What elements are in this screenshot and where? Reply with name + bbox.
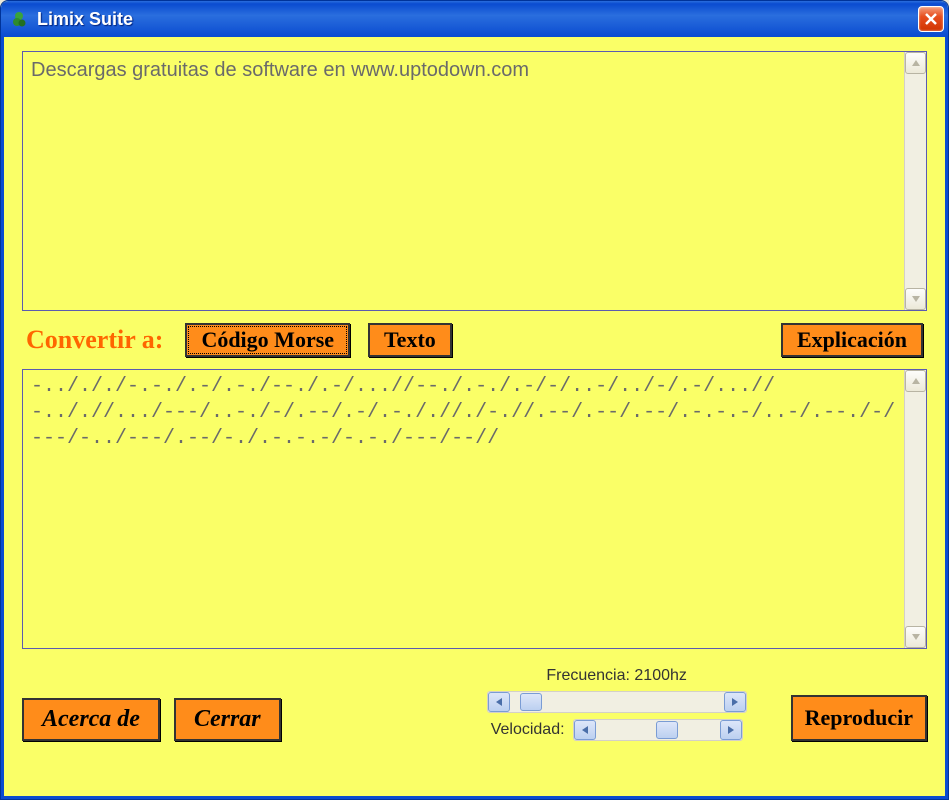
- input-textarea[interactable]: Descargas gratuitas de software en www.u…: [23, 52, 904, 310]
- text-button[interactable]: Texto: [368, 323, 452, 357]
- input-scrollbar[interactable]: [904, 52, 926, 310]
- close-button[interactable]: Cerrar: [174, 698, 281, 741]
- window-title: Limix Suite: [37, 9, 910, 30]
- sliders-column: Frecuencia: 2100hz Velocidad:: [457, 667, 777, 741]
- arrow-right-icon[interactable]: [720, 720, 742, 740]
- scroll-up-icon[interactable]: [905, 52, 926, 74]
- frequency-label: Frecuencia: 2100hz: [546, 667, 687, 685]
- morse-code-button[interactable]: Código Morse: [185, 323, 350, 357]
- title-bar[interactable]: Limix Suite: [1, 1, 948, 37]
- app-window: Limix Suite Descargas gratuitas de softw…: [0, 0, 949, 800]
- close-window-button[interactable]: [918, 6, 944, 32]
- about-button[interactable]: Acerca de: [22, 698, 160, 741]
- output-textarea[interactable]: -../././-.-./.-/.-./--./.-/...//--./.-./…: [23, 370, 904, 648]
- explanation-button[interactable]: Explicación: [781, 323, 923, 357]
- play-button[interactable]: Reproducir: [791, 695, 927, 741]
- slider-track[interactable]: [596, 720, 720, 740]
- speed-row: Velocidad:: [491, 719, 743, 741]
- slider-thumb[interactable]: [520, 693, 542, 711]
- slider-track[interactable]: [510, 692, 724, 712]
- output-scrollbar[interactable]: [904, 370, 926, 648]
- scroll-up-icon[interactable]: [905, 370, 926, 392]
- convert-row: Convertir a: Código Morse Texto Explicac…: [22, 321, 927, 359]
- convert-label: Convertir a:: [26, 325, 163, 355]
- scroll-down-icon[interactable]: [905, 288, 926, 310]
- footer-row: Acerca de Cerrar Frecuencia: 2100hz: [22, 659, 927, 741]
- arrow-right-icon[interactable]: [724, 692, 746, 712]
- slider-thumb[interactable]: [656, 721, 678, 739]
- app-icon: [9, 9, 29, 29]
- arrow-left-icon[interactable]: [574, 720, 596, 740]
- input-text-frame: Descargas gratuitas de software en www.u…: [22, 51, 927, 311]
- output-morse-frame: -../././-.-./.-/.-./--./.-/...//--./.-./…: [22, 369, 927, 649]
- scroll-track[interactable]: [905, 392, 926, 626]
- scroll-track[interactable]: [905, 74, 926, 288]
- arrow-left-icon[interactable]: [488, 692, 510, 712]
- speed-label: Velocidad:: [491, 721, 565, 739]
- frequency-slider[interactable]: [487, 691, 747, 713]
- scroll-down-icon[interactable]: [905, 626, 926, 648]
- speed-slider[interactable]: [573, 719, 743, 741]
- client-area: Descargas gratuitas de software en www.u…: [1, 37, 948, 799]
